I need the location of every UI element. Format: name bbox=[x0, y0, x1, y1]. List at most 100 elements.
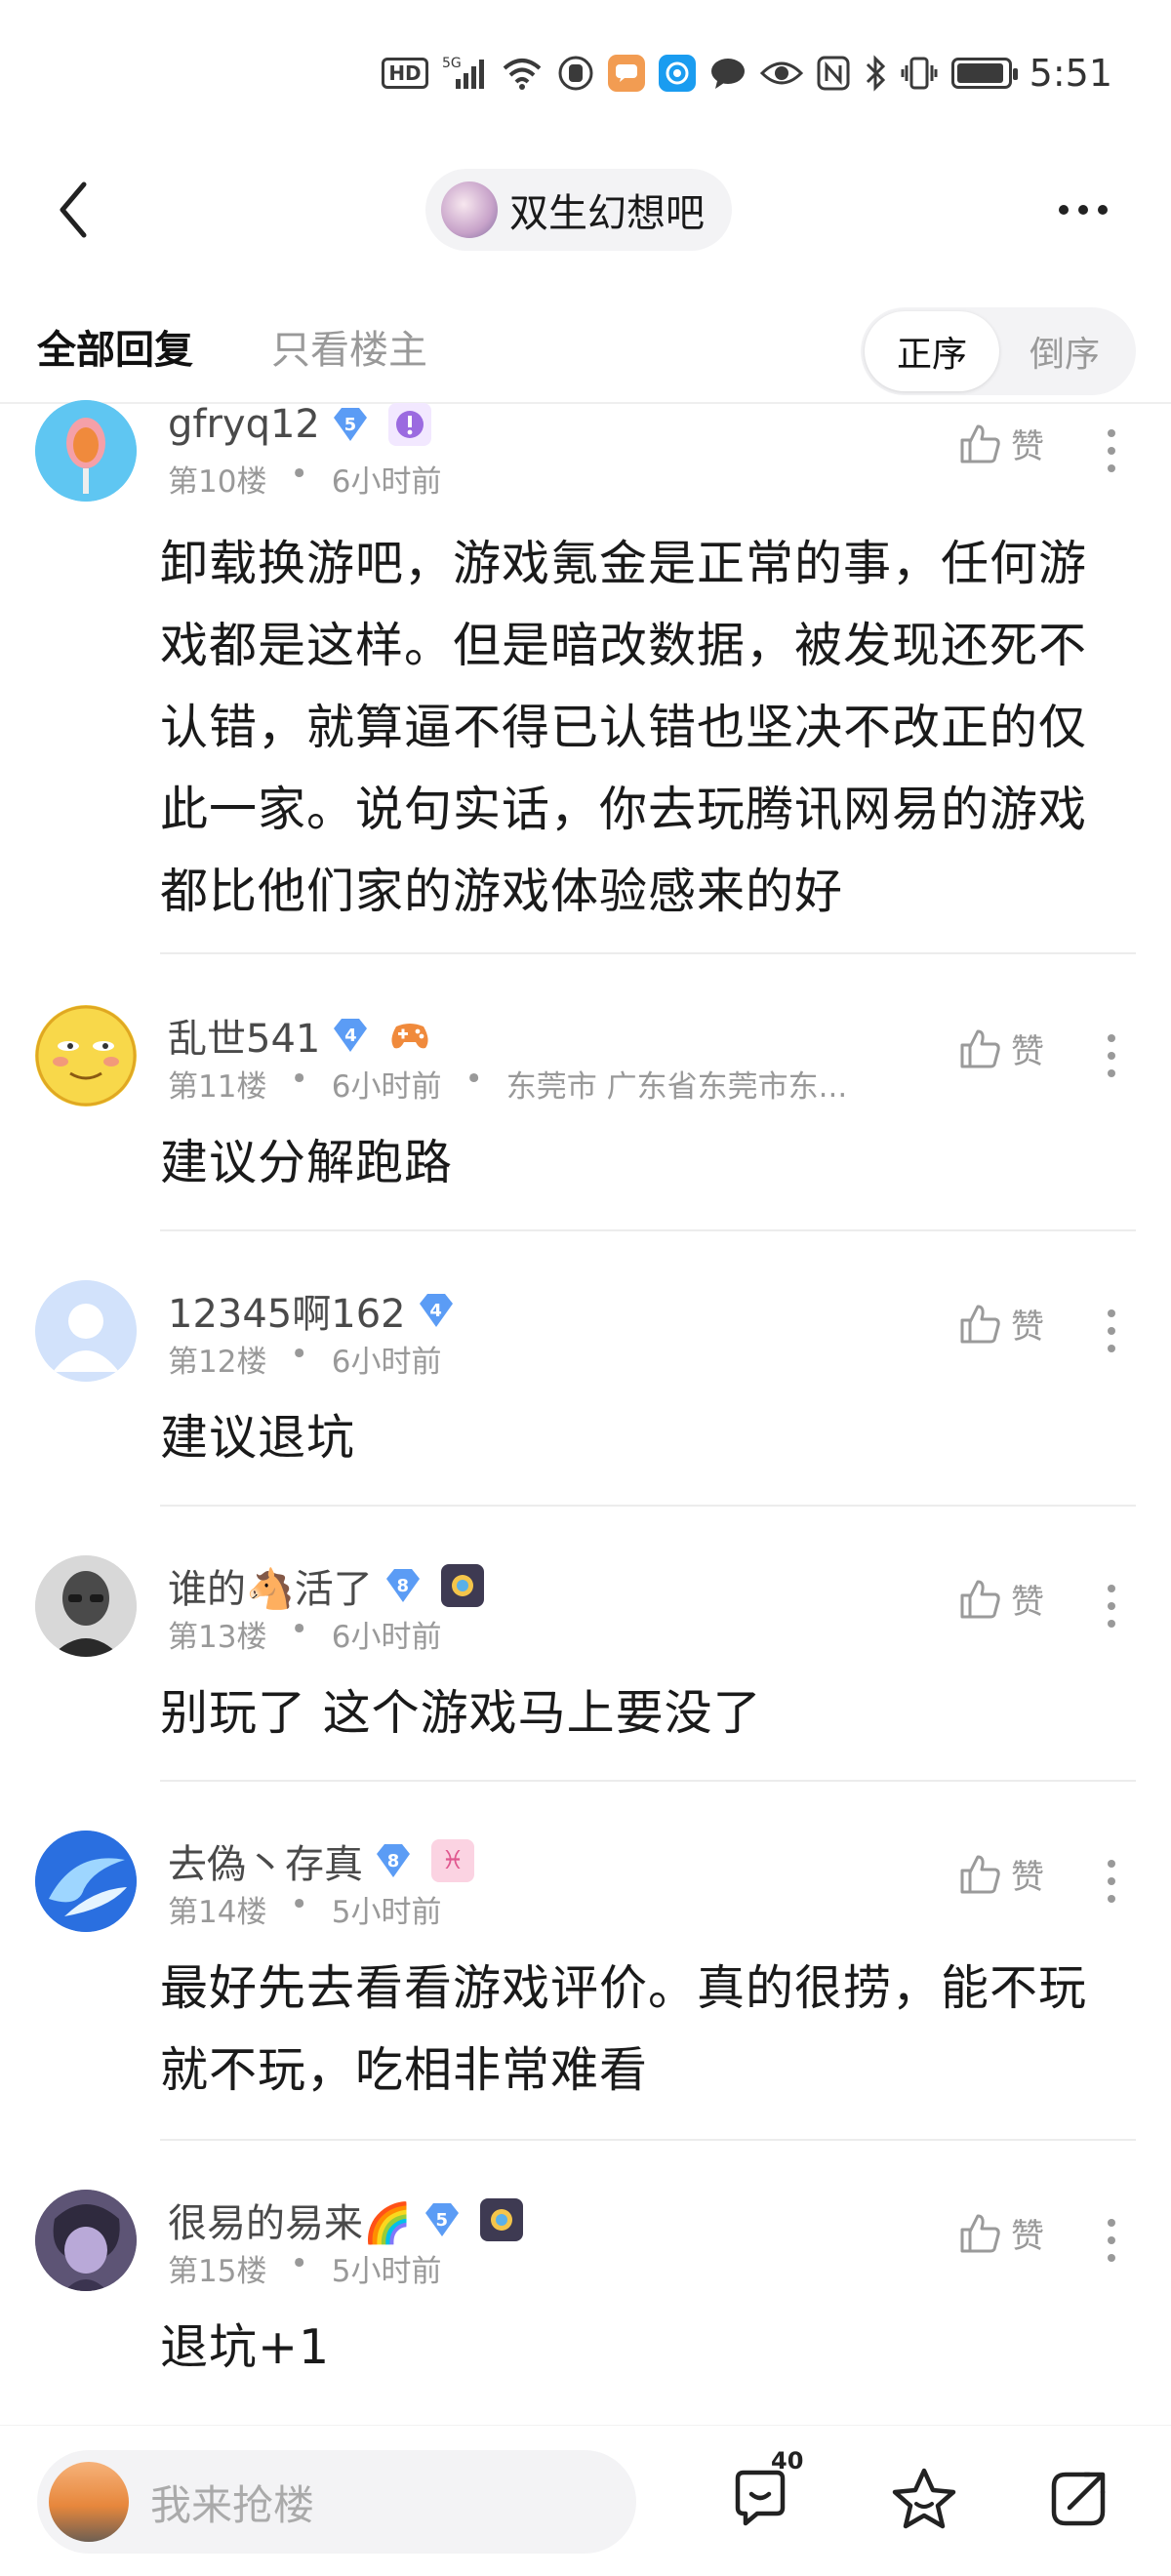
user-info-row: gfryq12 5 bbox=[168, 402, 431, 447]
level-number: 8 bbox=[396, 1575, 410, 1596]
reply-filter-tabs: 全部回复 只看楼主 正序 倒序 bbox=[0, 302, 1171, 400]
like-button[interactable]: 赞 bbox=[956, 2209, 1044, 2257]
like-label: 赞 bbox=[1011, 1032, 1044, 1071]
avatar-image bbox=[35, 2190, 137, 2291]
like-button[interactable]: 赞 bbox=[956, 1025, 1044, 1072]
username[interactable]: 谁的🐴活了 bbox=[168, 1557, 373, 1614]
comment-options-button[interactable] bbox=[1097, 429, 1126, 472]
comment-options-button[interactable] bbox=[1097, 1309, 1126, 1352]
hd-icon: HD bbox=[382, 58, 428, 89]
reply-input[interactable]: 我来抢楼 bbox=[37, 2450, 636, 2554]
like-button[interactable]: 赞 bbox=[956, 1850, 1044, 1898]
comment-options-button[interactable] bbox=[1097, 1860, 1126, 1903]
thumbs-up-icon bbox=[960, 2214, 1000, 2252]
like-label: 赞 bbox=[1011, 1858, 1044, 1897]
user-info-row: 去偽丶存真 8 ♓ bbox=[168, 1832, 474, 1889]
avatar[interactable] bbox=[35, 1555, 137, 1657]
comment-text[interactable]: 卸载换游吧，游戏氪金是正常的事，任何游 戏都是这样。但是暗改数据，被发现还死不 … bbox=[160, 523, 1136, 933]
comment-text-line: 认错，就算逼不得已认错也坚决不改正的仅 bbox=[160, 700, 1088, 755]
username[interactable]: 很易的易来🌈 bbox=[168, 2192, 412, 2248]
username[interactable]: 12345啊162 bbox=[168, 1282, 406, 1339]
hand-icon bbox=[557, 54, 594, 93]
comments-button[interactable]: 40 bbox=[718, 2447, 806, 2543]
comment-meta: 第11楼 • 6小时前 • 东莞市 广东省东莞市东... bbox=[168, 1062, 847, 1106]
level-number: 5 bbox=[435, 2209, 449, 2231]
dot bbox=[1078, 205, 1088, 215]
avatar-image bbox=[35, 400, 137, 502]
pisces-zodiac-icon: ♓ bbox=[431, 1839, 474, 1882]
nfc-icon bbox=[817, 54, 850, 93]
avatar[interactable] bbox=[35, 1831, 137, 1932]
like-button[interactable]: 赞 bbox=[956, 420, 1044, 467]
sort-descending-button[interactable]: 倒序 bbox=[997, 311, 1132, 391]
comment-text[interactable]: 退坑+1 bbox=[160, 2307, 1136, 2389]
comment-options-button[interactable] bbox=[1097, 1585, 1126, 1628]
status-bar: HD 5G 5:51 bbox=[0, 0, 1171, 146]
avatar-image bbox=[35, 1831, 137, 1932]
sort-ascending-button[interactable]: 正序 bbox=[865, 311, 999, 391]
comment-text-line: 最好先去看看游戏评价。真的很捞，能不玩 bbox=[160, 1960, 1088, 2016]
comment-text[interactable]: 建议退坑 bbox=[160, 1397, 1136, 1479]
username[interactable]: gfryq12 bbox=[168, 402, 320, 447]
browser-app-icon bbox=[658, 55, 696, 92]
level-number: 4 bbox=[344, 1025, 357, 1046]
level-number: 5 bbox=[343, 414, 357, 435]
post-time: 6小时前 bbox=[331, 1620, 442, 1655]
comment-text[interactable]: 别玩了 这个游戏马上要没了 bbox=[160, 1672, 1136, 1754]
like-button[interactable]: 赞 bbox=[956, 1300, 1044, 1348]
comment-text-line: 都比他们家的游戏体验感来的好 bbox=[160, 864, 844, 919]
reply-count: 40 bbox=[771, 2447, 804, 2475]
back-button[interactable] bbox=[39, 171, 107, 249]
favorite-button[interactable] bbox=[880, 2455, 968, 2543]
level-number: 4 bbox=[429, 1300, 442, 1321]
comment-meta: 第14楼 • 5小时前 bbox=[168, 1887, 441, 1931]
comment-text-line: 戏都是这样。但是暗改数据，被发现还死不 bbox=[160, 618, 1088, 673]
reply-placeholder: 我来抢楼 bbox=[150, 2480, 315, 2529]
comment-options-button[interactable] bbox=[1097, 1034, 1126, 1077]
level-badge: 8 bbox=[373, 1842, 414, 1879]
avatar[interactable] bbox=[35, 1005, 137, 1107]
comment-text-line: 退坑+1 bbox=[160, 2319, 331, 2375]
thread-page: HD 5G 5:51 双生幻想吧 全部回复 只看楼主 正序 倒序 gfryq12… bbox=[0, 0, 1171, 2576]
avatar[interactable] bbox=[35, 1280, 137, 1382]
medal-badge-icon bbox=[440, 1564, 484, 1607]
comment-meta: 第13楼 • 6小时前 bbox=[168, 1612, 441, 1656]
level-badge: 5 bbox=[422, 2201, 463, 2238]
post-time: 5小时前 bbox=[331, 2254, 442, 2289]
wifi-icon bbox=[501, 54, 544, 93]
comment-meta: 第12楼 • 6小时前 bbox=[168, 1337, 441, 1381]
avatar[interactable] bbox=[35, 2190, 137, 2291]
comment-text[interactable]: 建议分解跑路 bbox=[160, 1122, 1136, 1204]
comment-meta: 第15楼 • 5小时前 bbox=[168, 2246, 441, 2290]
avatar[interactable] bbox=[35, 400, 137, 502]
floor-number: 第14楼 bbox=[168, 1895, 267, 1930]
more-options-button[interactable] bbox=[1044, 181, 1122, 239]
comment-text-line: 就不玩，吃相非常难看 bbox=[160, 2042, 649, 2098]
comment-options-button[interactable] bbox=[1097, 2219, 1126, 2262]
post-time: 6小时前 bbox=[331, 1069, 442, 1105]
username[interactable]: 乱世541 bbox=[168, 1007, 320, 1064]
forum-avatar bbox=[441, 181, 498, 238]
chat-app-icon bbox=[607, 55, 645, 92]
divider bbox=[160, 1780, 1136, 1782]
level-badge: 4 bbox=[330, 1017, 371, 1054]
tab-all-replies[interactable]: 全部回复 bbox=[37, 318, 193, 375]
default-avatar-icon bbox=[35, 1280, 137, 1382]
avatar-image bbox=[35, 1555, 137, 1657]
bottom-action-bar: 我来抢楼 40 bbox=[0, 2425, 1171, 2576]
floor-number: 第11楼 bbox=[168, 1069, 267, 1105]
level-badge: 8 bbox=[383, 1567, 424, 1604]
post-time: 6小时前 bbox=[331, 464, 442, 500]
comment-meta: 第10楼 • 6小时前 bbox=[168, 457, 441, 501]
username[interactable]: 去偽丶存真 bbox=[168, 1832, 363, 1889]
like-label: 赞 bbox=[1011, 427, 1044, 466]
comment-text[interactable]: 最好先去看看游戏评价。真的很捞，能不玩 就不玩，吃相非常难看 bbox=[160, 1948, 1136, 2112]
meta-separator: • bbox=[290, 457, 308, 492]
tab-op-only[interactable]: 只看楼主 bbox=[271, 318, 427, 375]
user-info-row: 乱世541 4 bbox=[168, 1007, 431, 1064]
share-button[interactable] bbox=[1034, 2455, 1122, 2543]
divider bbox=[160, 1505, 1136, 1507]
my-avatar bbox=[49, 2462, 129, 2542]
like-button[interactable]: 赞 bbox=[956, 1575, 1044, 1623]
forum-link[interactable]: 双生幻想吧 bbox=[425, 169, 732, 251]
